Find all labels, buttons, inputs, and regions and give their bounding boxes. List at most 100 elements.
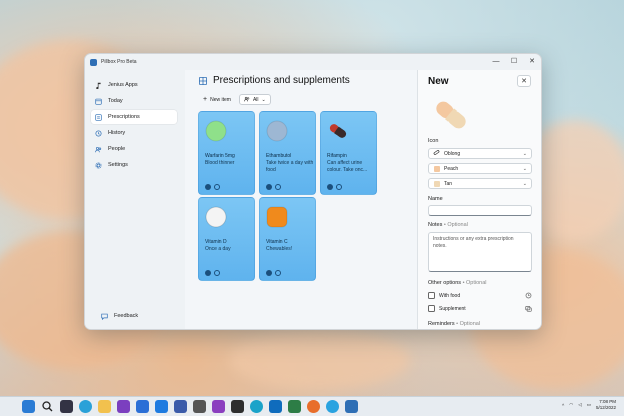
new-item-label: New item [210, 96, 231, 103]
other-options-label: Other options • Optional [428, 280, 487, 286]
system-tray: ^ ◠ ◁ ▭ 7:08 PM 5/12/2022 [562, 399, 616, 411]
sidebar-item-today[interactable]: Today [91, 94, 177, 108]
panel-title: New [428, 76, 449, 87]
sidebar-item-label: Settings [108, 162, 128, 168]
sidebar-item-settings[interactable]: Settings [91, 158, 177, 172]
food-clock-icon [525, 292, 532, 299]
prescription-card[interactable]: Vitamin D Once a day [198, 197, 255, 281]
store-icon[interactable] [136, 400, 149, 413]
minimize-button[interactable]: — [487, 54, 505, 68]
app-logo-icon [90, 58, 97, 66]
visual-studio-icon[interactable] [117, 400, 130, 413]
card-name: Ethambutol [266, 153, 292, 159]
reminders-optional: • Optional [456, 321, 481, 327]
music-note-icon [95, 82, 102, 89]
chevron-up-icon[interactable]: ^ [562, 403, 564, 408]
xbox-icon[interactable] [288, 400, 301, 413]
sidebar-item-people[interactable]: People [91, 142, 177, 156]
edge-icon[interactable] [79, 400, 92, 413]
feedback-icon [101, 313, 108, 320]
person-badge-icon [327, 184, 333, 190]
feedback-button[interactable]: Feedback [97, 309, 171, 323]
tan-swatch [434, 180, 440, 187]
telegram-icon[interactable] [326, 400, 339, 413]
sidebar-item-label: Prescriptions [108, 114, 140, 120]
close-panel-button[interactable]: ✕ [517, 75, 531, 87]
notes-label-text: Notes [428, 222, 443, 228]
app-title: Pillbox Pro Beta [101, 59, 137, 65]
page-title-row: Prescriptions and supplements [199, 75, 350, 86]
list-icon [95, 113, 102, 121]
firefox-icon[interactable] [307, 400, 320, 413]
close-window-button[interactable]: ✕ [523, 54, 541, 68]
chevron-down-icon: ⌄ [522, 151, 527, 157]
notes-label: Notes • Optional [428, 222, 468, 228]
wifi-icon[interactable]: ◠ [569, 402, 573, 408]
pillbox-app-icon[interactable] [345, 400, 358, 413]
new-item-panel: New ✕ Icon Oblong ⌄ Peach ⌄ Tan ⌄ Name N… [417, 70, 541, 329]
supplement-checkbox[interactable] [428, 305, 435, 312]
main-content: Prescriptions and supplements + New item… [185, 70, 417, 329]
prescription-card[interactable]: Vitamin C Chewables! [259, 197, 316, 281]
maximize-button[interactable]: ☐ [505, 54, 523, 68]
person-badge-icon [266, 270, 272, 276]
prescription-card[interactable]: Warfarin 5mg Blood thinner [198, 111, 255, 195]
start-button[interactable] [22, 400, 35, 413]
sidebar-item-prescriptions[interactable]: Prescriptions [91, 110, 177, 124]
notes-textarea[interactable]: Instructions or any extra prescription n… [428, 232, 532, 272]
gear-icon [95, 161, 102, 169]
notes-optional: • Optional [443, 222, 468, 228]
shape-select[interactable]: Oblong ⌄ [428, 148, 532, 159]
title-bar: Pillbox Pro Beta — ☐ ✕ [85, 54, 541, 70]
sidebar-item-jenius-apps[interactable]: Jenius Apps [91, 78, 177, 92]
clock[interactable]: 7:08 PM 5/12/2022 [596, 399, 616, 411]
people-filter-icon [244, 96, 250, 104]
toolbar: + New item All ⌄ [199, 94, 271, 105]
color1-select[interactable]: Peach ⌄ [428, 163, 532, 174]
new-item-button[interactable]: + New item [199, 94, 235, 105]
chevron-down-icon: ⌄ [261, 96, 266, 103]
mail-icon[interactable] [231, 400, 244, 413]
prescription-card[interactable]: Ethambutol Take twice a day with food [259, 111, 316, 195]
filter-dropdown[interactable]: All ⌄ [238, 94, 271, 105]
clock-icon [275, 184, 281, 190]
calendar-app-icon[interactable] [155, 400, 168, 413]
prescription-card[interactable]: Rifampin Can affect urine colour. Take o… [320, 111, 377, 195]
card-name: Rifampin [327, 153, 347, 159]
history-icon [95, 129, 102, 137]
task-view-icon[interactable] [60, 400, 73, 413]
supplement-icon [525, 306, 532, 312]
filter-label: All [252, 96, 259, 103]
round-pill-icon [266, 120, 288, 142]
onenote-icon[interactable] [212, 400, 225, 413]
other-options-optional: • Optional [462, 280, 487, 286]
sidebar-item-label: Today [108, 98, 123, 104]
file-explorer-icon[interactable] [98, 400, 111, 413]
grid-icon [199, 76, 207, 85]
date-text: 5/12/2022 [595, 405, 616, 410]
card-name: Vitamin D [205, 239, 227, 245]
name-input[interactable] [428, 205, 532, 216]
news-icon[interactable] [174, 400, 187, 413]
sidebar-item-history[interactable]: History [91, 126, 177, 140]
square-pill-icon [266, 206, 288, 228]
battery-icon[interactable]: ▭ [587, 402, 591, 408]
color2-select[interactable]: Tan ⌄ [428, 178, 532, 189]
clock-icon [214, 184, 220, 190]
todo-icon[interactable] [269, 400, 282, 413]
chevron-down-icon: ⌄ [522, 166, 527, 172]
with-food-checkbox[interactable] [428, 292, 435, 299]
card-note: Once a day [205, 246, 231, 252]
person-badge-icon [266, 184, 272, 190]
capsule-shape-icon [433, 149, 440, 158]
card-name: Vitamin C [266, 239, 288, 245]
with-food-option[interactable]: With food [428, 291, 532, 300]
person-badge-icon [205, 184, 211, 190]
volume-icon[interactable]: ◁ [578, 402, 581, 408]
supplement-option[interactable]: Supplement [428, 304, 532, 313]
search-icon[interactable] [41, 400, 54, 413]
terminal-icon[interactable] [193, 400, 206, 413]
reminders-label: Reminders • Optional [428, 321, 480, 327]
supplement-icon [214, 270, 220, 276]
edge-dev-icon[interactable] [250, 400, 263, 413]
